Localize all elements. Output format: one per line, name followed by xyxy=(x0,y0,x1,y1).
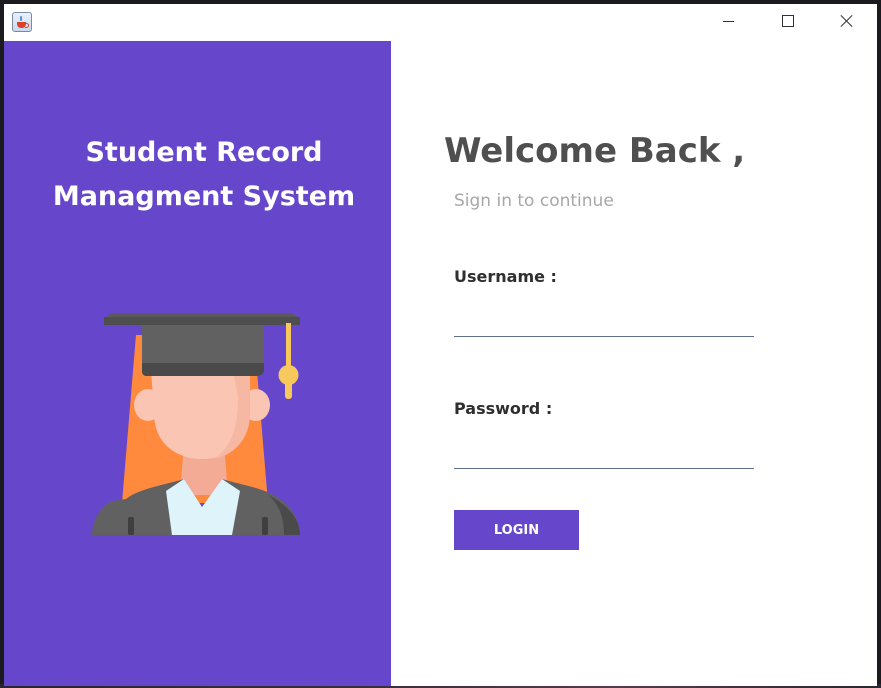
mortarboard xyxy=(104,317,300,325)
tassel-string xyxy=(286,323,291,369)
tassel-end xyxy=(285,379,292,399)
handle-mark xyxy=(25,23,29,28)
branding-panel: Student Record Managment System xyxy=(4,41,391,686)
maximize-button[interactable] xyxy=(759,4,817,40)
username-label: Username : xyxy=(454,267,557,286)
left-sleeve-line xyxy=(128,517,134,535)
mortarboard-top xyxy=(106,313,298,317)
system-title: Student Record Managment System xyxy=(4,131,404,219)
maximize-icon xyxy=(782,15,794,27)
password-input[interactable] xyxy=(454,440,754,469)
minimize-icon xyxy=(723,21,734,22)
minimize-button[interactable] xyxy=(700,4,758,40)
cap-base-shade xyxy=(142,363,264,376)
welcome-heading: Welcome Back , xyxy=(444,131,746,171)
java-app-icon[interactable] xyxy=(12,12,32,32)
password-label: Password : xyxy=(454,399,553,418)
graduate-student-icon xyxy=(92,313,300,535)
username-input[interactable] xyxy=(454,308,754,337)
login-button[interactable]: LOGIN xyxy=(454,510,579,550)
close-icon xyxy=(840,14,854,28)
title-bar[interactable] xyxy=(4,4,877,41)
right-sleeve-line xyxy=(262,517,268,535)
login-window: Student Record Managment System Welcome … xyxy=(4,4,877,686)
system-title-line-2: Managment System xyxy=(52,181,356,212)
close-button[interactable] xyxy=(818,4,876,40)
steam-mark xyxy=(20,16,22,21)
login-panel: Welcome Back , Sign in to continue Usern… xyxy=(391,41,877,686)
system-title-line-1: Student Record xyxy=(85,137,323,168)
signin-subtitle: Sign in to continue xyxy=(454,191,614,211)
